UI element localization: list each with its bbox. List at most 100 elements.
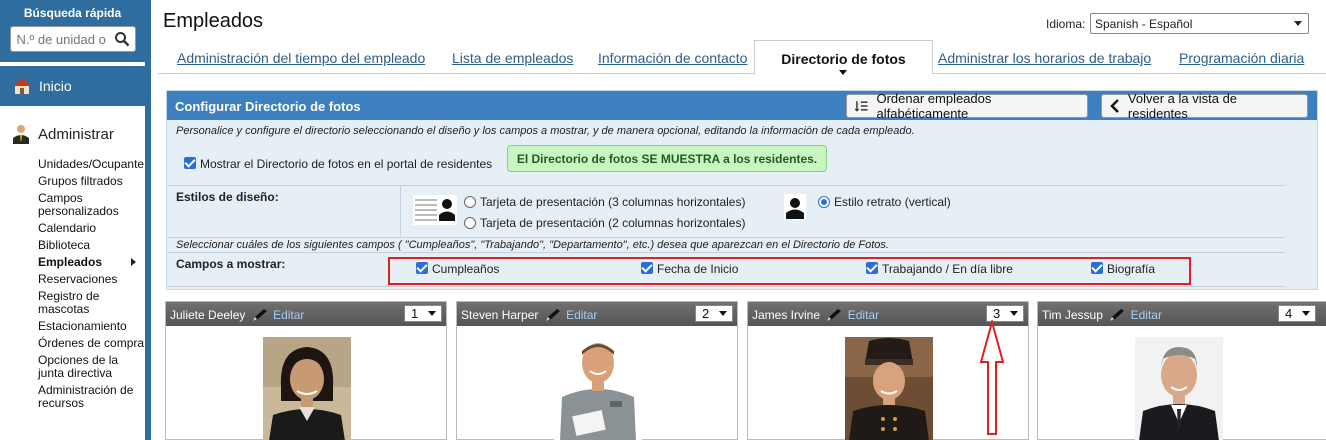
portrait-layout-icon — [784, 194, 806, 220]
tab-photo-directory[interactable]: Directorio de fotos — [754, 40, 933, 75]
business-card-layout-icon — [413, 195, 457, 225]
show-directory-label: Mostrar el Directorio de fotos en el por… — [200, 157, 493, 171]
sidebar-divider — [145, 0, 151, 440]
tab-work-schedules[interactable]: Administrar los horarios de trabajo — [938, 50, 1151, 66]
style-option-3-columns[interactable]: Tarjeta de presentación (3 columnas hori… — [464, 195, 745, 209]
user-admin-icon — [13, 125, 29, 144]
employee-card: Tim Jessup Editar 4 — [1037, 301, 1326, 440]
style-option-portrait-label: Estilo retrato (vertical) — [834, 195, 951, 209]
employee-card: Steven Harper Editar 2 — [456, 301, 738, 440]
field-working-checkbox[interactable] — [866, 262, 878, 274]
sidebar-item-ordenes[interactable]: Órdenes de compra — [38, 337, 145, 350]
sidebar: Búsqueda rápida Inicio Administrar Unida… — [0, 0, 145, 440]
field-start-date-checkbox[interactable] — [641, 262, 653, 274]
fields-hint: Seleccionar cuáles de los siguientes cam… — [176, 239, 889, 251]
sort-alphabetically-button[interactable]: Ordenar empleados alfabéticamente — [846, 91, 1088, 121]
status-badge: El Directorio de fotos SE MUESTRA a los … — [507, 145, 827, 172]
order-select[interactable]: 1 — [404, 305, 442, 322]
style-option-portrait[interactable]: Estilo retrato (vertical) — [818, 195, 951, 209]
edit-link[interactable]: Editar — [848, 308, 879, 322]
employee-card-header: Steven Harper Editar 2 — [457, 302, 737, 326]
sidebar-item-empleados[interactable]: Empleados — [38, 256, 145, 269]
tabs-divider — [158, 73, 1326, 74]
tab-employee-list[interactable]: Lista de empleados — [452, 50, 573, 66]
order-select[interactable]: 2 — [695, 305, 733, 322]
employee-card-title: Tim Jessup Editar — [1042, 308, 1162, 322]
divider — [167, 237, 1285, 238]
employee-card-title: Steven Harper Editar — [461, 308, 597, 322]
field-birthday-label: Cumpleaños — [432, 262, 500, 276]
config-panel: Configurar Directorio de fotos Ordenar e… — [166, 90, 1318, 290]
field-birthday[interactable]: Cumpleaños — [416, 262, 499, 276]
employee-name: Steven Harper — [461, 308, 539, 322]
chevron-down-icon — [1294, 21, 1302, 26]
sidebar-item-mascotas[interactable]: Registro de mascotas — [38, 290, 145, 316]
field-start-date[interactable]: Fecha de Inicio — [641, 262, 738, 276]
field-birthday-checkbox[interactable] — [416, 262, 428, 274]
radio-3-columns[interactable] — [464, 196, 476, 208]
language-select[interactable]: Spanish - Español — [1090, 13, 1309, 34]
config-panel-title: Configurar Directorio de fotos — [175, 99, 361, 114]
quick-search-title: Búsqueda rápida — [23, 6, 122, 20]
field-working[interactable]: Trabajando / En día libre — [866, 262, 1013, 276]
layout-styles-label: Estilos de diseño: — [176, 190, 279, 204]
show-directory-checkbox[interactable] — [184, 157, 196, 169]
order-select[interactable]: 4 — [1278, 305, 1316, 322]
caret-down-icon — [839, 70, 847, 75]
employee-card-title: James Irvine Editar — [752, 308, 879, 322]
sidebar-item-campos[interactable]: Campos personalizados — [38, 192, 145, 218]
chevron-right-icon — [131, 258, 136, 266]
tab-daily-schedule[interactable]: Programación diaria — [1179, 50, 1304, 66]
quick-search-box — [9, 26, 136, 52]
sidebar-item-grupos[interactable]: Grupos filtrados — [38, 175, 145, 188]
admin-submenu: Unidades/Ocupante Grupos filtrados Campo… — [0, 146, 145, 410]
sidebar-item-biblioteca[interactable]: Biblioteca — [38, 239, 145, 252]
sort-list-icon — [855, 101, 868, 112]
sidebar-item-estacionamiento[interactable]: Estacionamiento — [38, 320, 145, 333]
divider — [167, 286, 1285, 287]
pen-icon[interactable] — [545, 308, 561, 322]
sidebar-item-reservaciones[interactable]: Reservaciones — [38, 273, 145, 286]
style-option-2-columns-label: Tarjeta de presentación (2 columnas hori… — [480, 216, 746, 230]
sidebar-item-calendario[interactable]: Calendario — [38, 222, 145, 235]
field-biography-label: Biografía — [1107, 262, 1156, 276]
employee-name: James Irvine — [752, 308, 821, 322]
nav-admin[interactable]: Administrar — [0, 106, 145, 146]
pen-icon[interactable] — [826, 308, 842, 322]
employee-photo — [554, 337, 642, 440]
back-to-residents-button[interactable]: Volver a la vista de residentes — [1101, 91, 1308, 121]
tab-time-management[interactable]: Administración del tiempo del empleado — [177, 50, 425, 66]
edit-link[interactable]: Editar — [273, 308, 304, 322]
field-biography-checkbox[interactable] — [1091, 262, 1103, 274]
nav-home[interactable]: Inicio — [0, 66, 145, 106]
back-to-residents-label: Volver a la vista de residentes — [1127, 91, 1238, 121]
divider — [167, 185, 1285, 186]
edit-link[interactable]: Editar — [1131, 308, 1162, 322]
sidebar-item-junta[interactable]: Opciones de la junta directiva — [38, 354, 145, 380]
divider — [167, 252, 1285, 253]
annotation-arrow-icon — [979, 320, 1005, 435]
sidebar-item-recursos[interactable]: Administración de recursos — [38, 384, 145, 410]
fields-highlight-box — [388, 257, 1191, 285]
sidebar-item-unidades[interactable]: Unidades/Ocupante — [38, 158, 145, 171]
sort-alphabetically-label: Ordenar empleados alfabéticamente — [876, 91, 992, 121]
divider — [400, 185, 401, 237]
search-icon[interactable] — [114, 31, 130, 47]
radio-portrait[interactable] — [818, 196, 830, 208]
nav-admin-label: Administrar — [38, 125, 114, 143]
home-icon — [13, 78, 31, 94]
chevron-left-icon — [1110, 99, 1119, 113]
show-directory-option[interactable]: Mostrar el Directorio de fotos en el por… — [184, 157, 492, 171]
employee-name: Juliete Deeley — [170, 308, 246, 322]
pen-icon[interactable] — [252, 308, 268, 322]
language-label: Idioma: — [1046, 17, 1086, 31]
fields-label: Campos a mostrar: — [176, 257, 286, 271]
radio-2-columns[interactable] — [464, 217, 476, 229]
employee-card-title: Juliete Deeley Editar — [170, 308, 304, 322]
edit-link[interactable]: Editar — [566, 308, 597, 322]
pen-icon[interactable] — [1109, 308, 1125, 322]
field-biography[interactable]: Biografía — [1091, 262, 1155, 276]
quick-search-input[interactable] — [10, 27, 111, 51]
tab-contact-info[interactable]: Información de contacto — [598, 50, 747, 66]
style-option-2-columns[interactable]: Tarjeta de presentación (2 columnas hori… — [464, 216, 745, 230]
